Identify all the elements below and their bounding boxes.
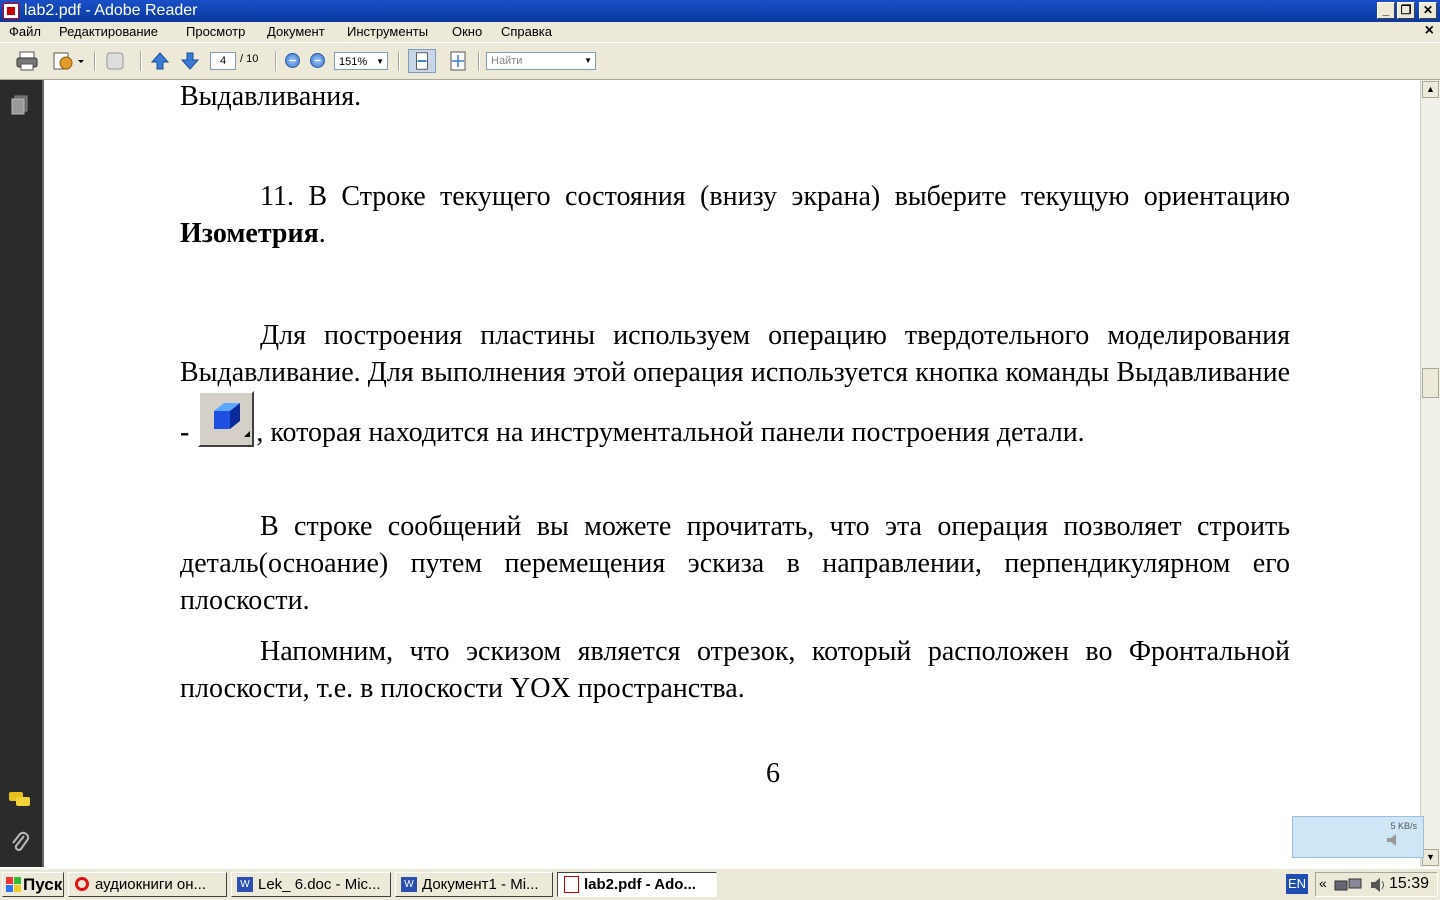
page-total: / 10 <box>240 53 259 65</box>
print-icon[interactable] <box>14 49 40 73</box>
task-word-lek6[interactable]: W Lek_ 6.doc - Mic... <box>231 872 391 897</box>
taskbar: Пуск аудиокниги он... W Lek_ 6.doc - Mic… <box>0 867 1440 900</box>
find-placeholder: Найти <box>491 55 523 67</box>
menu-view[interactable]: Просмотр <box>186 24 245 39</box>
menu-document[interactable]: Документ <box>267 24 325 39</box>
pages-icon[interactable] <box>10 94 30 116</box>
volume-icon[interactable] <box>1370 877 1386 893</box>
share-icon[interactable] <box>50 49 86 73</box>
word-icon: W <box>401 877 417 892</box>
task-label: аудиокниги он... <box>95 876 207 893</box>
text-line: Выдавливания. <box>180 81 362 112</box>
paragraph-extrude: Для построения пластины используем опера… <box>180 317 1290 451</box>
word-icon: W <box>237 877 253 892</box>
paragraph-extrude-text: Для построения пластины используем опера… <box>180 320 1290 388</box>
scroll-up-button[interactable]: ▲ <box>1422 81 1439 98</box>
toolbar-separator <box>398 51 400 71</box>
speaker-icon <box>1387 834 1396 846</box>
zoom-value: 151% <box>339 56 368 68</box>
system-tray: « 15:39 <box>1315 872 1438 897</box>
menu-tools[interactable]: Инструменты <box>347 24 428 39</box>
task-label: Документ1 - Mi... <box>422 876 539 893</box>
restore-button[interactable]: ❐ <box>1397 2 1415 19</box>
zoom-select[interactable]: 151% ▼ <box>334 52 388 70</box>
show-hidden-icons-button[interactable]: « <box>1319 875 1327 891</box>
title-bar: lab2.pdf - Adobe Reader _ ❐ ✕ <box>0 0 1440 22</box>
scroll-down-button[interactable]: ▼ <box>1422 849 1439 866</box>
task-word-document1[interactable]: W Документ1 - Mi... <box>395 872 553 897</box>
chevron-down-icon[interactable]: ▼ <box>584 53 592 69</box>
hand-tool-icon[interactable] <box>102 49 130 73</box>
start-button[interactable]: Пуск <box>2 872 64 897</box>
chevron-down-icon: ▼ <box>376 57 384 66</box>
task-adobe-reader[interactable]: lab2.pdf - Ado... <box>557 872 717 897</box>
scroll-thumb[interactable] <box>1422 368 1439 398</box>
clock: 15:39 <box>1389 875 1430 892</box>
close-button[interactable]: ✕ <box>1419 2 1437 19</box>
previous-page-icon[interactable] <box>150 51 170 71</box>
vertical-scrollbar[interactable]: ▲ ▼ <box>1420 80 1440 867</box>
windows-logo-icon <box>6 877 21 892</box>
window-title: lab2.pdf - Adobe Reader <box>24 2 198 19</box>
paragraph-11-end: . <box>318 218 326 249</box>
paragraph-11-text: 11. В Строке текущего состояния (внизу э… <box>260 181 1290 212</box>
network-speed: 5 KB/s <box>1390 821 1417 831</box>
toolbar-separator <box>478 51 480 71</box>
comments-icon[interactable] <box>8 790 32 810</box>
menu-help[interactable]: Справка <box>501 24 552 39</box>
document-viewer[interactable]: Выдавливания. 11. В Строке текущего сост… <box>42 80 1420 867</box>
paragraph-messages-text: В строке сообщений вы можете прочитать, … <box>180 511 1290 616</box>
network-icon[interactable] <box>1334 877 1368 893</box>
pdf-icon <box>564 876 579 893</box>
task-opera[interactable]: аудиокниги он... <box>68 872 227 897</box>
menu-file[interactable]: Файл <box>9 24 41 39</box>
menu-bar: Файл Редактирование Просмотр Документ Ин… <box>0 22 1440 42</box>
zoom-out-icon[interactable] <box>285 53 300 68</box>
close-document-button[interactable]: × <box>1425 22 1434 40</box>
paragraph-messages: В строке сообщений вы можете прочитать, … <box>180 508 1290 619</box>
paragraph-sketch: Напомним, что эскизом является отрезок, … <box>180 633 1290 707</box>
paragraph-11-bold: Изометрия <box>180 218 319 249</box>
paragraph-extrude-dash: - <box>180 417 190 448</box>
page-number-input[interactable]: 4 <box>210 52 236 70</box>
next-page-icon[interactable] <box>180 51 200 71</box>
paragraph-sketch-text: Напомним, что эскизом является отрезок, … <box>180 636 1290 704</box>
start-label: Пуск <box>23 875 63 894</box>
opera-icon <box>75 877 89 891</box>
toolbar-separator <box>275 51 277 71</box>
paragraph-extrude-text-2: , которая находится на инструментальной … <box>256 417 1085 448</box>
toolbar-separator <box>94 51 96 71</box>
toolbar-separator <box>140 51 142 71</box>
extrude-button-icon <box>198 391 255 447</box>
fit-page-icon[interactable] <box>444 49 472 73</box>
task-label: Lek_ 6.doc - Mic... <box>258 876 381 893</box>
attachments-icon[interactable] <box>10 830 30 854</box>
zoom-in-icon[interactable] <box>310 53 325 68</box>
find-input[interactable]: Найти ▼ <box>486 52 596 70</box>
network-speed-widget: 5 KB/s <box>1292 816 1424 858</box>
page-number: 6 <box>766 758 780 789</box>
minimize-button[interactable]: _ <box>1377 2 1395 19</box>
pdf-app-icon <box>3 3 19 19</box>
toolbar: 4 / 10 151% ▼ Найти ▼ <box>0 42 1440 80</box>
fit-width-icon[interactable] <box>408 49 436 73</box>
language-indicator[interactable]: EN <box>1286 874 1308 894</box>
navigation-panel <box>0 80 42 867</box>
menu-edit[interactable]: Редактирование <box>59 24 158 39</box>
paragraph-11: 11. В Строке текущего состояния (внизу э… <box>180 178 1290 252</box>
menu-window[interactable]: Окно <box>452 24 482 39</box>
task-label: lab2.pdf - Ado... <box>584 876 696 893</box>
